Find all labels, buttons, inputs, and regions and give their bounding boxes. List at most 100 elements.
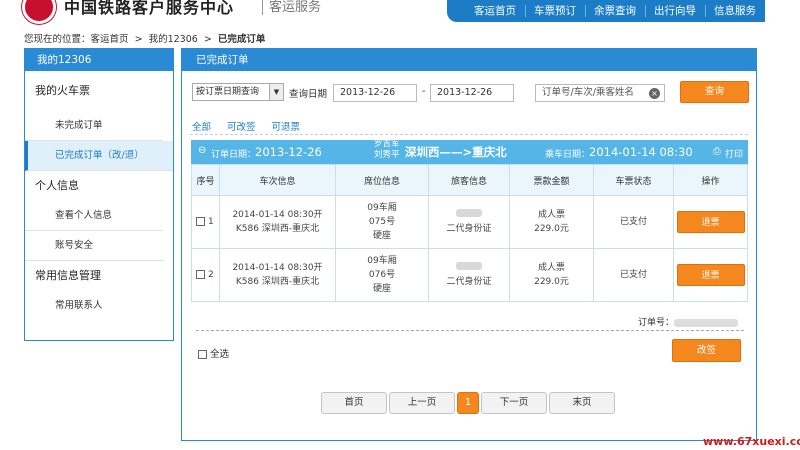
train-info-cell: 2014-01-14 08:30开 K586 深圳西-重庆北: [219, 248, 336, 302]
order-route: 深圳西——>重庆北: [405, 145, 507, 159]
pagination: 首页 上一页 1 下一页 末页: [321, 392, 617, 414]
sidebar-item-unfinished-orders[interactable]: 未完成订单: [25, 111, 163, 141]
column-header: 车票状态: [593, 164, 674, 196]
status-cell: 已支付: [593, 195, 674, 249]
top-header: 中国铁路客户服务中心 客运服务 客运首页 车票预订 余票查询 出行向导 信息服务: [0, 0, 800, 24]
nav-home[interactable]: 客运首页: [465, 0, 525, 22]
nav-booking[interactable]: 车票预订: [525, 0, 585, 22]
breadcrumb-home-link[interactable]: 客运首页: [91, 34, 129, 45]
row-number-cell: 1: [191, 195, 220, 249]
passenger-id-type: 二代身份证: [446, 277, 492, 287]
column-header: 操作: [673, 164, 748, 196]
date-label: 查询日期: [289, 89, 328, 100]
chevron-down-icon[interactable]: ▼: [269, 84, 283, 100]
sidebar-item-account-security[interactable]: 账号安全: [25, 231, 163, 261]
first-page-button[interactable]: 首页: [321, 392, 387, 414]
row-number-cell: 2: [191, 248, 220, 302]
sidebar-item-contacts[interactable]: 常用联系人: [25, 291, 163, 321]
seat-car: 09车厢: [367, 203, 397, 213]
watermark: www.67xuexi.com: [703, 435, 800, 448]
column-header: 席位信息: [335, 164, 429, 196]
sidebar-section-tickets: 我的火车票: [35, 84, 90, 97]
ticket-price: 229.0元: [534, 224, 569, 234]
keyword-search-input[interactable]: 订单号/车次/乘客姓名 ×: [535, 84, 665, 102]
passenger-info-cell: 二代身份证: [428, 248, 510, 302]
site-subtitle: 客运服务: [262, 0, 321, 15]
refund-button[interactable]: 退票: [676, 264, 745, 286]
current-page[interactable]: 1: [457, 392, 479, 414]
train-time: 2014-01-14 08:30开: [232, 210, 323, 220]
breadcrumb: 您现在的位置：客运首页 > 我的12306 > 已完成订单: [24, 31, 265, 45]
tab-refundable[interactable]: 可退票: [272, 119, 301, 133]
sidebar-section-common-info: 常用信息管理: [35, 269, 101, 282]
passenger-name-2: 刘秀平: [374, 150, 400, 160]
start-date-input[interactable]: 2013-12-26: [333, 84, 417, 102]
panel-title: 已完成订单: [182, 49, 756, 71]
filter-tabs: 全部 可改签 可退票: [192, 119, 300, 133]
train-info-cell: 2014-01-14 08:30开 K586 深圳西-重庆北: [219, 195, 336, 249]
row-checkbox[interactable]: [196, 270, 205, 279]
select-all-checkbox[interactable]: [198, 350, 207, 359]
seat-number: 075号: [368, 217, 396, 227]
query-button[interactable]: 查询: [680, 81, 749, 103]
column-header: 旅客信息: [428, 164, 510, 196]
column-header: 票款金额: [509, 164, 594, 196]
breadcrumb-prefix: 您现在的位置：: [24, 34, 91, 45]
depart-date-label: 乘车日期：: [545, 150, 591, 160]
passenger-info-cell: 二代身份证: [428, 195, 510, 249]
clear-icon[interactable]: ×: [649, 88, 660, 99]
seat-class: 硬座: [372, 284, 391, 294]
column-header: 序号: [191, 164, 220, 196]
seat-class: 硬座: [372, 231, 391, 241]
seat-car: 09车厢: [367, 256, 397, 266]
order-header: ⊖ 订单日期： 2013-12-26 罗吉军 刘秀平 深圳西——>重庆北 乘车日…: [191, 139, 748, 164]
refund-button[interactable]: 退票: [676, 211, 745, 233]
print-link[interactable]: 打印: [725, 147, 743, 160]
collapse-icon[interactable]: ⊖: [198, 145, 206, 156]
select-all-label: 全选: [210, 349, 230, 360]
depart-time: 2014-01-14 08:30: [589, 145, 693, 159]
row-number: 2: [208, 270, 214, 280]
nav-info-service[interactable]: 信息服务: [705, 0, 765, 22]
sidebar-item-view-info[interactable]: 查看个人信息: [25, 201, 163, 231]
redacted-name: [456, 209, 482, 217]
nav-travel-guide[interactable]: 出行向导: [645, 0, 705, 22]
tab-changeable[interactable]: 可改签: [227, 119, 256, 133]
query-type-select[interactable]: 按订票日期查询 ▼: [192, 83, 284, 101]
end-date-input[interactable]: 2013-12-26: [430, 84, 514, 102]
table-row: 1 2014-01-14 08:30开 K586 深圳西-重庆北 09车厢 075号…: [191, 195, 748, 249]
order-date: 2013-12-26: [255, 145, 322, 159]
next-page-button[interactable]: 下一页: [481, 392, 547, 414]
site-name: 中国铁路客户服务中心: [64, 0, 235, 17]
price-cell: 成人票 229.0元: [509, 195, 594, 249]
table-header-row: 序号 车次信息 席位信息 旅客信息 票款金额 车票状态 操作: [191, 164, 748, 196]
seat-info-cell: 09车厢 075号硬座: [335, 195, 429, 249]
last-page-button[interactable]: 末页: [549, 392, 615, 414]
order-number-label: 订单号：: [637, 318, 674, 328]
breadcrumb-sep: >: [197, 34, 218, 45]
date-range-separator: -: [422, 86, 426, 97]
prev-page-button[interactable]: 上一页: [389, 392, 455, 414]
select-all[interactable]: 全选: [198, 346, 229, 360]
railway-logo-icon: [22, 0, 56, 24]
ticket-type: 成人票: [537, 210, 565, 220]
sidebar-section-personal-info: 个人信息: [35, 179, 79, 192]
train-time: 2014-01-14 08:30开: [232, 263, 323, 273]
nav-remaining-tickets[interactable]: 余票查询: [585, 0, 645, 22]
change-ticket-button[interactable]: 改签: [672, 339, 741, 362]
order-number: 订单号：: [638, 315, 738, 328]
passenger-id-type: 二代身份证: [446, 224, 492, 234]
train-route: K586 深圳西-重庆北: [235, 277, 320, 287]
breadcrumb-my12306-link[interactable]: 我的12306: [149, 34, 198, 45]
main-nav: 客运首页 车票预订 余票查询 出行向导 信息服务: [447, 0, 765, 22]
divider: [196, 330, 744, 331]
print-icon[interactable]: ⎙: [713, 146, 721, 157]
ticket-type: 成人票: [537, 263, 565, 273]
train-route: K586 深圳西-重庆北: [235, 224, 320, 234]
sidebar-item-finished-orders[interactable]: 已完成订单（改/退）: [25, 141, 173, 171]
redacted-order-number: [674, 318, 738, 327]
passenger-name-1: 罗吉军: [374, 139, 400, 149]
divider: [190, 134, 748, 135]
tab-all[interactable]: 全部: [192, 119, 211, 133]
row-checkbox[interactable]: [196, 217, 205, 226]
